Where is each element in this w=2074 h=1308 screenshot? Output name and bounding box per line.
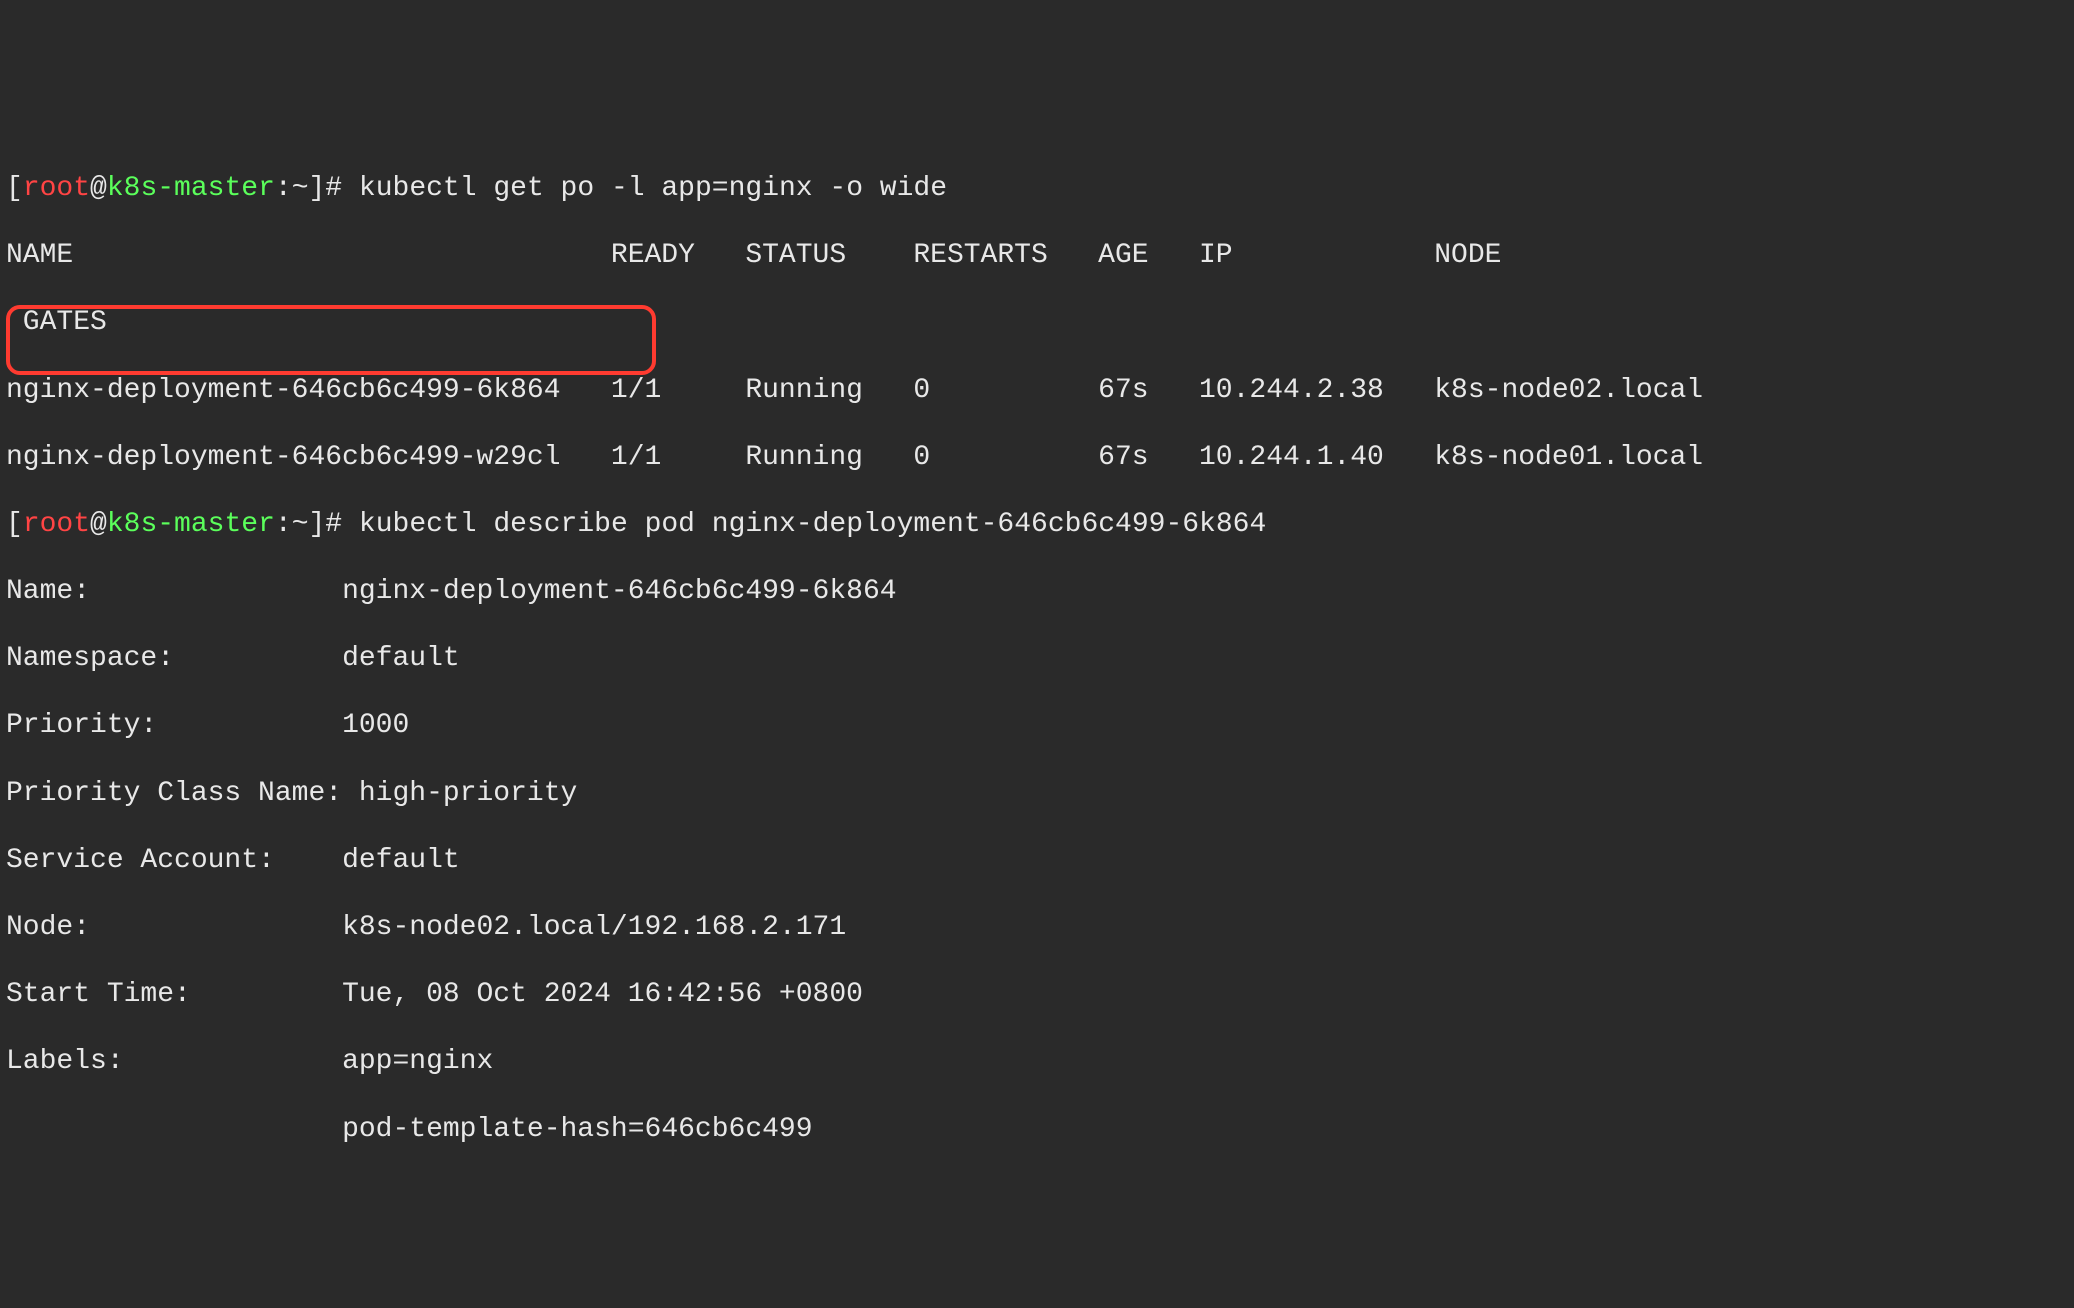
field-value: Tue, 08 Oct 2024 16:42:56 +0800 bbox=[342, 979, 863, 1010]
field-value: k8s-node02.local/192.168.2.171 bbox=[342, 912, 846, 943]
field-key: Priority: bbox=[6, 710, 342, 741]
field-value: default bbox=[342, 643, 460, 674]
describe-labels: Labels: app=nginx bbox=[6, 1045, 2068, 1079]
describe-node: Node: k8s-node02.local/192.168.2.171 bbox=[6, 911, 2068, 945]
command-text: kubectl describe pod nginx-deployment-64… bbox=[359, 509, 1266, 540]
field-value: high-priority bbox=[359, 778, 577, 809]
field-value: nginx-deployment-646cb6c499-6k864 bbox=[342, 576, 897, 607]
field-pad bbox=[6, 1114, 342, 1145]
field-key: Namespace: bbox=[6, 643, 342, 674]
field-key: Node: bbox=[6, 912, 342, 943]
prompt-host: k8s-master bbox=[107, 173, 275, 204]
describe-start-time: Start Time: Tue, 08 Oct 2024 16:42:56 +0… bbox=[6, 978, 2068, 1012]
field-key: Start Time: bbox=[6, 979, 342, 1010]
table-header-1: NAME READY STATUS RESTARTS AGE IP NODE bbox=[6, 239, 2068, 273]
describe-priority-class-name: Priority Class Name: high-priority bbox=[6, 777, 2068, 811]
bracket-open: [ bbox=[6, 173, 23, 204]
prompt-line-1: [root@k8s-master:~]# kubectl get po -l a… bbox=[6, 172, 2068, 206]
describe-priority: Priority: 1000 bbox=[6, 709, 2068, 743]
table-row: nginx-deployment-646cb6c499-6k864 1/1 Ru… bbox=[6, 374, 2068, 408]
field-value: pod-template-hash=646cb6c499 bbox=[342, 1114, 812, 1145]
prompt-at: @ bbox=[90, 509, 107, 540]
field-value: app=nginx bbox=[342, 1046, 493, 1077]
prompt-at: @ bbox=[90, 173, 107, 204]
prompt-path: ~ bbox=[292, 509, 309, 540]
prompt-user: root bbox=[23, 173, 90, 204]
prompt-line-2: [root@k8s-master:~]# kubectl describe po… bbox=[6, 508, 2068, 542]
field-value: default bbox=[342, 845, 460, 876]
command-text: kubectl get po -l app=nginx -o wide bbox=[359, 173, 947, 204]
bracket-open: [ bbox=[6, 509, 23, 540]
table-header-2: GATES bbox=[6, 306, 2068, 340]
describe-service-account: Service Account: default bbox=[6, 844, 2068, 878]
field-key: Service Account: bbox=[6, 845, 342, 876]
field-key: Name: bbox=[6, 576, 342, 607]
describe-name: Name: nginx-deployment-646cb6c499-6k864 bbox=[6, 575, 2068, 609]
terminal-output: { "prompt": { "open": "[", "user": "root… bbox=[6, 38, 2068, 1247]
prompt-user: root bbox=[23, 509, 90, 540]
table-row: nginx-deployment-646cb6c499-w29cl 1/1 Ru… bbox=[6, 441, 2068, 475]
prompt-host: k8s-master bbox=[107, 509, 275, 540]
field-key: Labels: bbox=[6, 1046, 342, 1077]
describe-labels-cont: pod-template-hash=646cb6c499 bbox=[6, 1113, 2068, 1147]
prompt-colon: : bbox=[275, 509, 292, 540]
describe-namespace: Namespace: default bbox=[6, 642, 2068, 676]
prompt-colon: : bbox=[275, 173, 292, 204]
prompt-close: ]# bbox=[309, 509, 359, 540]
field-value: 1000 bbox=[342, 710, 409, 741]
field-key: Priority Class Name: bbox=[6, 778, 342, 809]
prompt-path: ~ bbox=[292, 173, 309, 204]
prompt-close: ]# bbox=[309, 173, 359, 204]
